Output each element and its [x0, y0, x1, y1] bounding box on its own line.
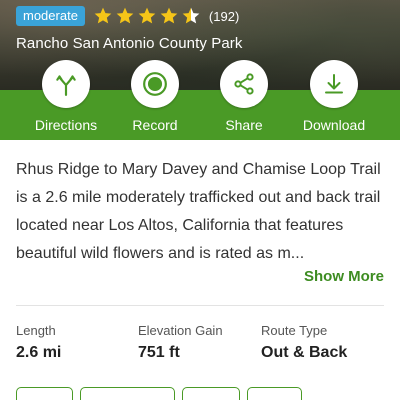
tag-chip[interactable] [16, 387, 73, 400]
record-icon [143, 72, 167, 96]
stat-length: Length 2.6 mi [16, 323, 61, 362]
review-count[interactable]: (192) [209, 9, 239, 24]
stat-value: Out & Back [261, 344, 348, 361]
tag-chip[interactable] [80, 387, 175, 400]
action-bar: Directions Record Share Download [0, 60, 400, 140]
download-button[interactable]: Download [284, 60, 384, 133]
download-label: Download [302, 117, 366, 133]
stat-value: 751 ft [138, 344, 180, 361]
tag-chip[interactable] [247, 387, 302, 400]
rating-row: moderate (192) [16, 6, 239, 26]
stat-route-type: Route Type Out & Back [261, 323, 347, 362]
stat-label: Length [16, 323, 56, 338]
difficulty-badge: moderate [16, 6, 85, 26]
download-icon [325, 74, 343, 94]
stat-label: Elevation Gain [138, 323, 223, 338]
download-circle[interactable] [310, 60, 358, 108]
star-icon [160, 7, 178, 24]
star-icon [116, 7, 134, 24]
share-circle[interactable] [220, 60, 268, 108]
stat-value: 2.6 mi [16, 344, 62, 361]
star-icon [138, 7, 156, 24]
star-rating[interactable] [93, 6, 203, 26]
divider [16, 305, 384, 306]
tag-chip[interactable] [182, 387, 240, 400]
park-name[interactable]: Rancho San Antonio County Park [16, 35, 242, 52]
trail-description: Rhus Ridge to Mary Davey and Chamise Loo… [16, 161, 381, 262]
share-icon [234, 73, 254, 95]
record-button[interactable]: Record [105, 60, 205, 133]
share-button[interactable]: Share [194, 60, 294, 133]
half-star-icon [182, 7, 200, 24]
directions-icon [56, 75, 76, 96]
directions-label: Directions [34, 117, 98, 133]
directions-circle[interactable] [42, 60, 90, 108]
record-label: Record [132, 117, 178, 133]
stat-elevation-gain: Elevation Gain 751 ft [138, 323, 223, 362]
show-more-link[interactable]: Show More [304, 268, 384, 285]
stat-label: Route Type [261, 323, 328, 338]
record-circle[interactable] [131, 60, 179, 108]
share-label: Share [225, 117, 263, 133]
directions-button[interactable]: Directions [16, 60, 116, 133]
star-icon [94, 7, 112, 24]
